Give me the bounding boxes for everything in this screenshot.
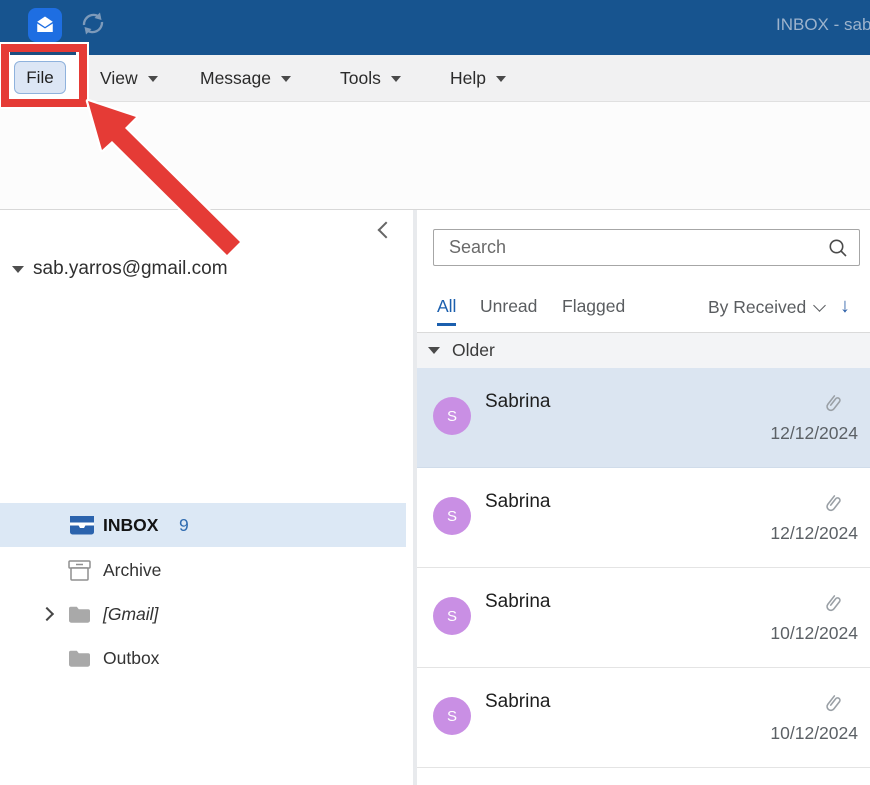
avatar: S: [433, 597, 471, 635]
email-row[interactable]: S Sabrina 12/12/2024: [417, 468, 870, 568]
chevron-down-icon: [496, 76, 506, 82]
attachment-icon: [823, 593, 842, 620]
folder-icon: [68, 605, 91, 624]
chevron-down-icon: [148, 76, 158, 82]
folder-icon: [68, 649, 91, 668]
attachment-icon: [823, 493, 842, 520]
search-box: [433, 229, 860, 266]
email-row[interactable]: S Sabrina 10/12/2024: [417, 568, 870, 668]
sidebar-item-archive[interactable]: Archive: [0, 548, 406, 592]
app-window: INBOX - sab View Message Tools Help: [0, 0, 870, 785]
menu-help[interactable]: Help: [450, 55, 506, 101]
account-email: sab.yarros@gmail.com: [33, 258, 228, 280]
email-row[interactable]: S Sabrina 12/12/2024: [417, 368, 870, 468]
filter-bar: All Unread Flagged By Received ↓: [433, 296, 860, 328]
avatar: S: [433, 497, 471, 535]
search-input[interactable]: [433, 229, 860, 266]
toolbar: New Mail New Items: [0, 102, 870, 210]
chevron-down-icon: [391, 76, 401, 82]
inbox-tray-icon: [68, 514, 96, 536]
app-logo-icon: [28, 8, 62, 42]
sort-dropdown[interactable]: By Received: [708, 297, 824, 318]
search-icon[interactable]: [828, 238, 848, 263]
email-row[interactable]: S Sabrina 10/12/2024: [417, 668, 870, 768]
menu-message[interactable]: Message: [200, 55, 291, 101]
group-collapse-icon[interactable]: [428, 347, 440, 354]
folder-sidebar: [0, 210, 413, 785]
attachment-icon: [823, 693, 842, 720]
chevron-down-icon: [281, 76, 291, 82]
avatar: S: [433, 697, 471, 735]
sort-direction-icon[interactable]: ↓: [840, 295, 850, 318]
menu-tools[interactable]: Tools: [340, 55, 401, 101]
sidebar-item-outbox[interactable]: Outbox: [0, 636, 406, 680]
sidebar-item-gmail[interactable]: [Gmail]: [0, 592, 406, 636]
filter-tab-flagged[interactable]: Flagged: [562, 296, 625, 323]
inbox-unread-count: 9: [179, 515, 189, 536]
menu-bar: View Message Tools Help: [0, 55, 870, 102]
account-expand-icon[interactable]: [12, 266, 24, 273]
archive-outline-icon: [68, 560, 91, 581]
sidebar-item-inbox[interactable]: INBOX 9: [0, 503, 406, 547]
title-bar: INBOX - sab: [0, 0, 870, 55]
window-title: INBOX - sab: [776, 15, 870, 35]
titlebar-edge-fragment: [10, 52, 76, 55]
avatar: S: [433, 397, 471, 435]
chevron-down-icon: [813, 299, 826, 312]
sync-refresh-icon[interactable]: [80, 9, 106, 39]
attachment-icon: [823, 393, 842, 420]
menu-view[interactable]: View: [100, 55, 158, 101]
group-header-older[interactable]: Older: [417, 332, 870, 368]
chevron-right-icon[interactable]: [40, 607, 54, 621]
menu-file[interactable]: File: [14, 61, 66, 94]
account-row[interactable]: sab.yarros@gmail.com: [12, 258, 228, 280]
filter-tab-unread[interactable]: Unread: [480, 296, 537, 323]
filter-tab-all[interactable]: All: [437, 296, 456, 326]
